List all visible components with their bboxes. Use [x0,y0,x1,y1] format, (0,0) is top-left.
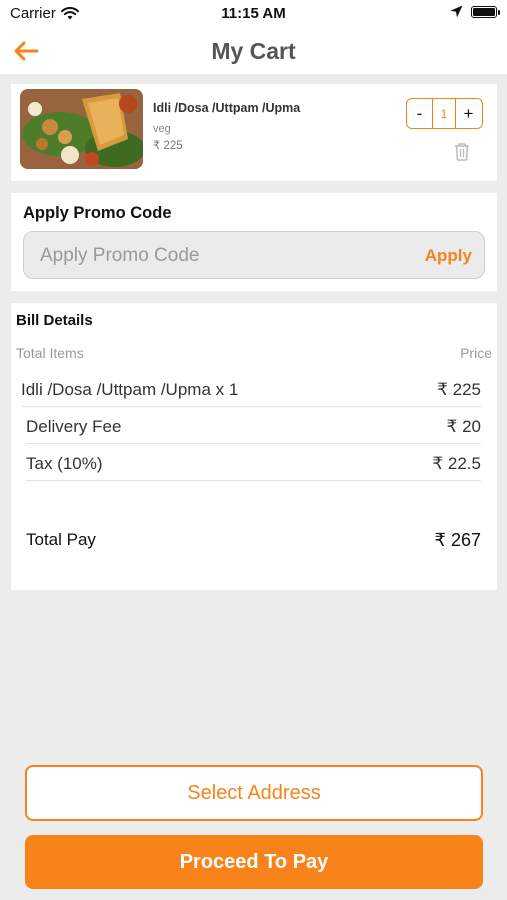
bill-col-price: Price [460,345,492,361]
item-name: Idli /Dosa /Uttpam /Upma [153,101,301,115]
bill-row-value: ₹ 22.5 [432,454,481,473]
status-bar: Carrier 11:15 AM [0,0,507,28]
bill-row-label: Idli /Dosa /Uttpam /Upma x 1 [21,380,239,399]
promo-code-input[interactable] [40,244,400,268]
cart-item: Idli /Dosa /Uttpam /Upma veg ₹ 225 - 1 + [11,84,497,181]
location-arrow-icon [450,5,463,18]
increment-button[interactable]: + [456,99,481,128]
bill-row-value: ₹ 20 [446,417,481,436]
nav-bar: My Cart [0,28,507,74]
quantity-value: 1 [432,99,456,128]
item-tag: veg [153,123,171,135]
promo-title: Apply Promo Code [23,204,172,222]
status-time: 11:15 AM [221,5,286,22]
promo-box: Apply [23,231,485,279]
battery-icon [471,5,500,18]
total-pay-value: ₹ 267 [434,530,482,550]
bill-row-tax: Tax (10%) ₹ 22.5 [26,445,481,481]
promo-section: Apply Promo Code Apply [11,193,497,291]
page-title: My Cart [211,38,296,64]
proceed-to-pay-button[interactable]: Proceed To Pay [25,835,483,889]
select-address-button[interactable]: Select Address [25,765,483,821]
item-price: ₹ 225 [153,140,183,152]
bill-row-item: Idli /Dosa /Uttpam /Upma x 1 ₹ 225 [21,371,481,407]
bill-title: Bill Details [16,312,93,329]
bill-row-value: ₹ 225 [437,380,481,399]
total-pay-row: Total Pay ₹ 267 [26,530,481,550]
trash-icon[interactable] [453,142,471,162]
bill-row-delivery: Delivery Fee ₹ 20 [26,408,481,444]
apply-button[interactable]: Apply [425,246,472,266]
bill-row-label: Delivery Fee [26,417,122,436]
bill-details: Bill Details Total Items Price Idli /Dos… [11,303,497,590]
bill-col-items: Total Items [16,345,84,361]
quantity-stepper: - 1 + [406,98,483,129]
status-right [450,5,500,18]
decrement-button[interactable]: - [407,99,432,128]
item-image [20,89,143,169]
total-pay-label: Total Pay [26,530,96,549]
bill-row-label: Tax (10%) [26,454,103,473]
